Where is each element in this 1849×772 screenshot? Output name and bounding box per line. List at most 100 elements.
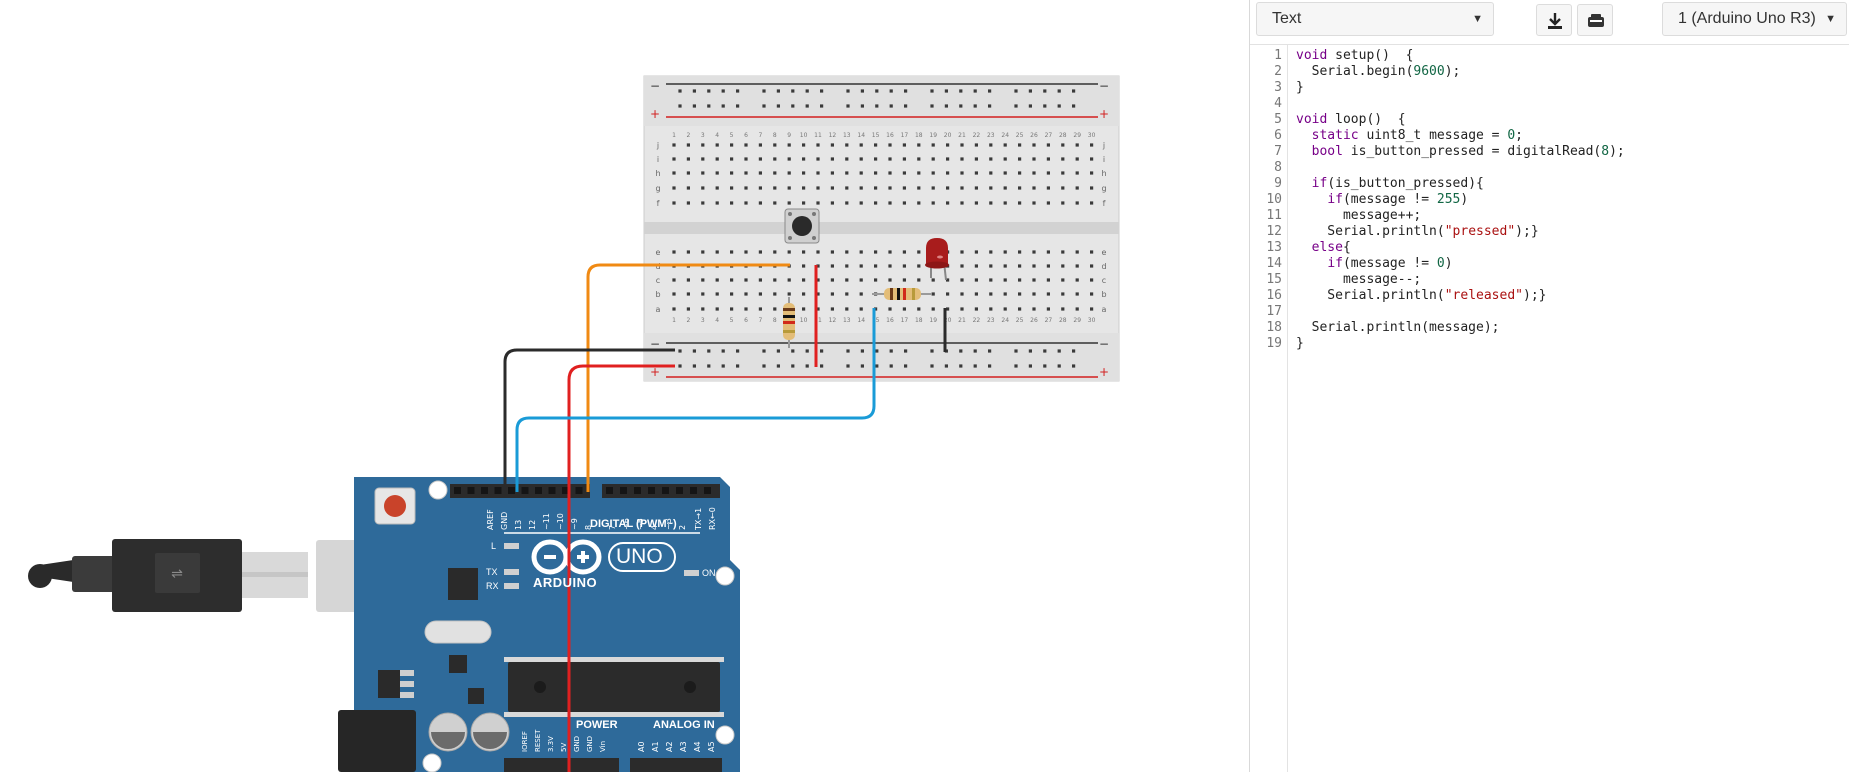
- row-letter: e: [1102, 248, 1107, 257]
- column-number: 24: [1001, 132, 1009, 139]
- row-letter: d: [1101, 262, 1106, 271]
- serial-monitor-button[interactable]: [1577, 4, 1613, 36]
- column-number: 23: [987, 132, 995, 139]
- row-letter: j: [656, 141, 659, 150]
- pin-label: 5V: [560, 743, 568, 752]
- pin-label: RX←0: [708, 507, 717, 530]
- pin-label: 3.3V: [547, 736, 555, 752]
- code-line[interactable]: Serial.println("pressed");}: [1296, 224, 1538, 240]
- code-mode-value: Text: [1272, 10, 1302, 27]
- row-letter: b: [1101, 290, 1106, 299]
- rail-plus-label: +: [1099, 365, 1109, 379]
- line-number: 9: [1274, 176, 1282, 191]
- breadboard[interactable]: [643, 75, 1120, 382]
- column-number: 26: [1030, 132, 1038, 139]
- pin-label: ~11: [542, 513, 551, 530]
- column-number: 20: [944, 132, 952, 139]
- column-number: 6: [744, 132, 748, 139]
- column-number: 11: [814, 132, 822, 139]
- column-number: 27: [1045, 132, 1053, 139]
- column-number: 22: [973, 132, 981, 139]
- column-number: 3: [701, 317, 705, 324]
- line-number: 3: [1274, 80, 1282, 95]
- power-jack[interactable]: [338, 710, 416, 772]
- column-number: 4: [715, 132, 719, 139]
- column-number: 22: [973, 317, 981, 324]
- code-line[interactable]: if(message != 0): [1296, 256, 1452, 272]
- column-number: 1: [672, 132, 676, 139]
- column-number: 21: [958, 132, 966, 139]
- code-line[interactable]: static uint8_t message = 0;: [1296, 128, 1523, 144]
- column-number: 17: [901, 132, 909, 139]
- chevron-down-icon: ▼: [1472, 13, 1483, 25]
- column-number: 2: [686, 317, 690, 324]
- column-number: 18: [915, 132, 923, 139]
- code-line[interactable]: message--;: [1296, 272, 1421, 288]
- code-line[interactable]: void loop() {: [1296, 112, 1406, 128]
- code-editor[interactable]: 1 2 3 4 5 6 7 8 9 10 11 12 13 14 15 16 17 18 19 void setup…: [1250, 45, 1849, 772]
- row-letter: b: [655, 290, 660, 299]
- pin-label: 2: [678, 525, 687, 530]
- line-number: 19: [1266, 336, 1282, 351]
- row-letter: h: [655, 169, 660, 178]
- code-line[interactable]: message++;: [1296, 208, 1421, 224]
- rail-plus-label: +: [650, 107, 660, 121]
- pin-label: A2: [665, 741, 674, 752]
- row-letter: j: [1102, 141, 1105, 150]
- line-number-gutter: 1 2 3 4 5 6 7 8 9 10 11 12 13 14 15 16 17 18 19: [1250, 45, 1288, 772]
- column-number: 5: [730, 317, 734, 324]
- code-line[interactable]: Serial.println(message);: [1296, 320, 1500, 336]
- column-number: 7: [758, 132, 762, 139]
- tx-led-label: TX: [486, 567, 498, 577]
- line-number: 12: [1266, 224, 1282, 239]
- circuit-canvas[interactable]: ⇌ AREF GND 13 12 ~11 ~10 ~9 8 7 ~6 ~5 4 …: [0, 0, 1249, 772]
- column-number: 24: [1001, 317, 1009, 324]
- column-number: 15: [872, 132, 880, 139]
- column-number: 10: [800, 132, 808, 139]
- row-letter: h: [1101, 169, 1106, 178]
- column-number: 25: [1016, 317, 1024, 324]
- code-line[interactable]: if(is_button_pressed){: [1296, 176, 1484, 192]
- circuit-svg[interactable]: ⇌ AREF GND 13 12 ~11 ~10 ~9 8 7 ~6 ~5 4 …: [0, 0, 1249, 772]
- line-number: 10: [1266, 192, 1282, 207]
- column-number: 14: [857, 132, 865, 139]
- column-number: 1: [672, 317, 676, 324]
- code-line[interactable]: }: [1296, 80, 1304, 96]
- row-letter: g: [655, 184, 660, 193]
- line-number: 17: [1266, 304, 1282, 319]
- column-number: 27: [1045, 317, 1053, 324]
- code-line[interactable]: if(message != 255): [1296, 192, 1468, 208]
- column-number: 19: [929, 317, 937, 324]
- column-number: 28: [1059, 317, 1067, 324]
- line-number: 7: [1274, 144, 1282, 159]
- line-number: 13: [1266, 240, 1282, 255]
- code-panel: Text ▼ 1 (Arduino Uno R3) ▼ 1 2 3 4 5 6 7 8 9 10 1…: [1249, 0, 1849, 772]
- column-number: 28: [1059, 132, 1067, 139]
- row-letter: f: [1103, 199, 1106, 208]
- column-number: 21: [958, 317, 966, 324]
- column-number: 13: [843, 317, 851, 324]
- code-line[interactable]: void setup() {: [1296, 48, 1413, 64]
- column-number: 29: [1073, 317, 1081, 324]
- usb-cable[interactable]: ⇌: [28, 539, 410, 612]
- pin-label: IOREF: [521, 731, 529, 752]
- arduino-brand-label: ARDUINO: [533, 575, 598, 590]
- column-number: 23: [987, 317, 995, 324]
- download-button[interactable]: [1536, 4, 1572, 36]
- code-mode-select[interactable]: Text ▼: [1256, 2, 1494, 36]
- code-line[interactable]: Serial.begin(9600);: [1296, 64, 1461, 80]
- column-number: 16: [886, 317, 894, 324]
- code-line[interactable]: }: [1296, 336, 1304, 352]
- row-letter: g: [1101, 184, 1106, 193]
- device-select[interactable]: 1 (Arduino Uno R3) ▼: [1662, 2, 1847, 36]
- rail-minus-label: −: [1099, 337, 1109, 351]
- code-line[interactable]: Serial.println("released");}: [1296, 288, 1546, 304]
- code-line[interactable]: else{: [1296, 240, 1351, 256]
- line-number: 4: [1274, 96, 1282, 111]
- pushbutton[interactable]: [784, 208, 820, 244]
- arduino-model-label: UNO: [616, 545, 663, 568]
- code-line[interactable]: bool is_button_pressed = digitalRead(8);: [1296, 144, 1625, 160]
- chevron-down-icon: ▼: [1825, 13, 1836, 25]
- row-letter: i: [1103, 155, 1105, 164]
- line-number: 1: [1274, 48, 1282, 63]
